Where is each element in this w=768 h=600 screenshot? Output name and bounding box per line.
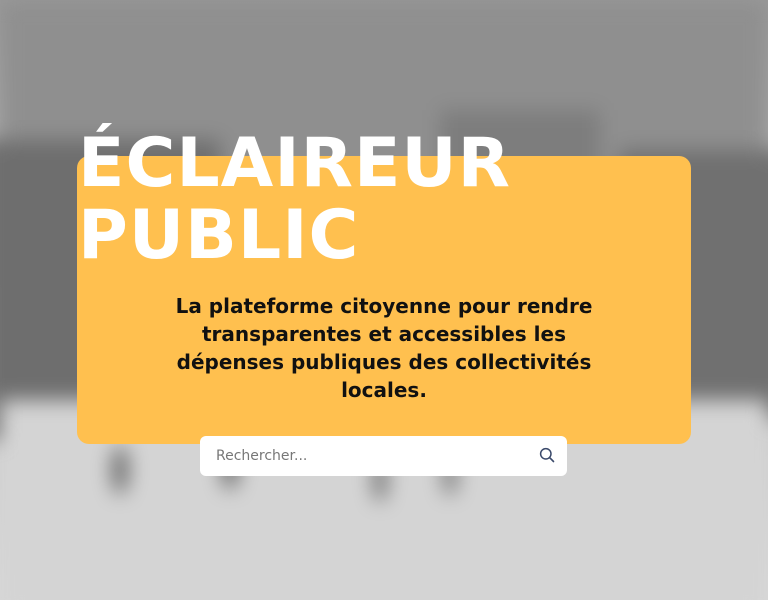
site-title: ÉCLAIREUR PUBLIC <box>78 124 512 275</box>
page: ÉCLAIREUR PUBLIC La plateforme citoyenne… <box>0 0 768 600</box>
tagline: La plateforme citoyenne pour rendre tran… <box>175 294 593 402</box>
search-bar <box>200 436 567 476</box>
search-input[interactable] <box>200 437 527 475</box>
search-icon <box>539 447 555 466</box>
search-button[interactable] <box>527 436 567 476</box>
